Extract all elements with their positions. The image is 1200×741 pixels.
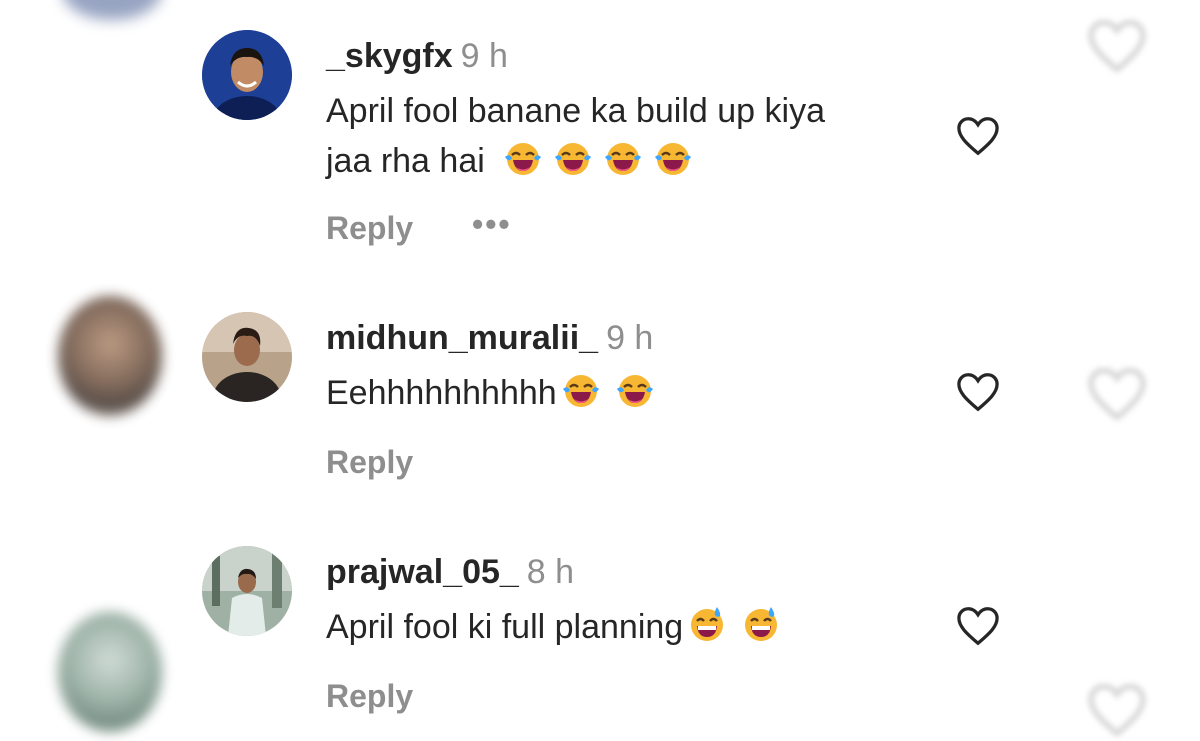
tears-of-joy-emoji-icon xyxy=(553,138,593,178)
blurred-heart-icon-3 xyxy=(1088,683,1146,738)
more-options-icon[interactable]: ••• xyxy=(472,206,512,243)
comment-item: midhun_muralii_ 9 h Eehhhhhhhhhh Reply xyxy=(202,312,1022,492)
tears-of-joy-emoji-icon xyxy=(603,138,643,178)
comment-text-line: Eehhhhhhhhhh xyxy=(326,374,557,412)
avatar[interactable] xyxy=(202,546,292,636)
grinning-sweat-emoji-icon xyxy=(687,604,727,644)
comment-text-line: April fool ki full planning xyxy=(326,608,684,646)
timestamp: 8 h xyxy=(526,553,575,591)
blurred-avatar-left-2 xyxy=(58,612,162,732)
comment-item: prajwal_05_ 8 h April fool ki full planni… xyxy=(202,546,1022,726)
username[interactable]: _skygfx xyxy=(326,37,453,75)
comment-item: _skygfx 9 h April fool banane ka build up… xyxy=(202,30,1022,260)
reply-button[interactable]: Reply xyxy=(326,210,413,247)
blurred-heart-icon-2 xyxy=(1088,367,1146,422)
comment-text-line: jaa rha hai xyxy=(326,142,485,180)
timestamp: 9 h xyxy=(460,37,508,75)
tears-of-joy-emoji-icon xyxy=(503,138,543,178)
blurred-heart-icon-1 xyxy=(1088,19,1146,74)
avatar[interactable] xyxy=(202,30,292,120)
tears-of-joy-emoji-icon xyxy=(615,370,655,410)
heart-outline-icon[interactable] xyxy=(956,116,1000,156)
comment-text-line: April fool banane ka build up kiya xyxy=(326,92,825,130)
timestamp: 9 h xyxy=(606,319,654,357)
avatar[interactable] xyxy=(202,312,292,402)
blurred-avatar-left-1 xyxy=(58,296,162,416)
username[interactable]: prajwal_05_ xyxy=(326,553,519,591)
comment-text: Eehhhhhhhhhh xyxy=(326,368,926,418)
username[interactable]: midhun_muralii_ xyxy=(326,319,598,357)
grinning-sweat-emoji-icon xyxy=(741,604,781,644)
comment-text: April fool banane ka build up kiya jaa r… xyxy=(326,86,926,186)
blurred-avatar-top xyxy=(62,0,162,20)
comment-text: April fool ki full planning xyxy=(326,602,926,652)
heart-outline-icon[interactable] xyxy=(956,372,1000,412)
comment-header: _skygfx 9 h xyxy=(326,36,508,76)
comment-header: prajwal_05_ 8 h xyxy=(326,552,574,592)
reply-button[interactable]: Reply xyxy=(326,444,413,481)
heart-outline-icon[interactable] xyxy=(956,606,1000,646)
tears-of-joy-emoji-icon xyxy=(561,370,601,410)
tears-of-joy-emoji-icon xyxy=(653,138,693,178)
comment-header: midhun_muralii_ 9 h xyxy=(326,318,653,358)
reply-button[interactable]: Reply xyxy=(326,678,413,715)
